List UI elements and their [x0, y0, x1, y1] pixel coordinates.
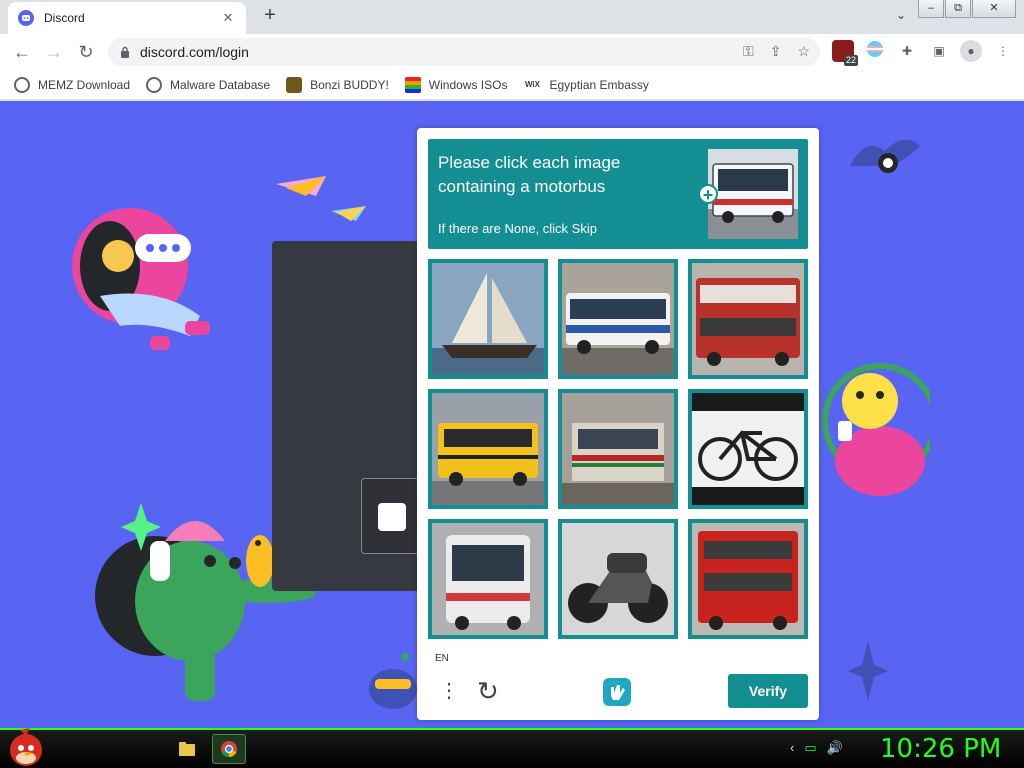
extensions-puzzle-icon[interactable]: ✚ — [896, 40, 918, 62]
reload-button[interactable]: ↻ — [74, 40, 98, 64]
robot-illustration — [369, 653, 417, 709]
captcha-tile-7[interactable] — [428, 519, 548, 639]
wix-icon: WiX — [524, 79, 540, 89]
volume-icon[interactable]: 🔊 — [827, 740, 843, 756]
bookmark-label: MEMZ Download — [38, 77, 131, 92]
captcha-challenge: Please click each image containing a mot… — [417, 128, 819, 720]
bonzi-icon — [286, 76, 303, 93]
captcha-tile-8[interactable] — [558, 519, 678, 639]
tab-close-icon[interactable]: ✕ — [220, 10, 236, 26]
forward-button[interactable]: → — [42, 40, 66, 64]
tab-discord[interactable]: Discord ✕ — [8, 2, 246, 34]
prompt-subtitle: If there are None, click Skip — [438, 221, 597, 236]
bookmark-label: Windows ISOs — [428, 77, 508, 92]
bookmark-label: Malware Database — [170, 77, 271, 92]
sparkle-icon — [848, 641, 888, 701]
captcha-tile-9[interactable] — [688, 519, 808, 639]
captcha-tile-2[interactable] — [558, 259, 678, 379]
tab-title: Discord — [44, 11, 85, 25]
maximize-button[interactable]: ⧉ — [945, 0, 971, 18]
bookmark-label: Bonzi BUDDY! — [310, 77, 389, 92]
tab-search-icon[interactable]: ⌄ — [896, 8, 906, 22]
qr-placeholder — [378, 503, 406, 531]
extension-badge: 22 — [843, 55, 858, 66]
globe-icon — [146, 76, 163, 93]
url-text: discord.com/login — [140, 44, 249, 60]
back-button[interactable]: ← — [10, 40, 34, 64]
bookmark-windows-isos[interactable]: Windows ISOs — [404, 76, 508, 93]
hcaptcha-logo-icon[interactable] — [601, 676, 633, 708]
tab-strip: Discord ✕ + ⌄ – ⧉ ✕ — [0, 0, 1024, 34]
menu-dots-icon[interactable]: ⋮ — [439, 678, 459, 704]
bookmarks-bar: MEMZ Download Malware Database Bonzi BUD… — [0, 70, 1024, 100]
prompt-title: Please click each image containing a mot… — [438, 153, 621, 196]
chrome-icon — [221, 741, 237, 758]
share-icon[interactable]: ⇪ — [770, 43, 782, 60]
window-controls: – ⧉ ✕ — [917, 0, 1016, 18]
folder-icon — [179, 742, 195, 756]
captcha-tile-3[interactable] — [688, 259, 808, 379]
minimize-button[interactable]: – — [918, 0, 944, 18]
new-tab-button[interactable]: + — [258, 4, 282, 28]
girl-with-phone-illustration — [72, 208, 210, 350]
qr-code-box — [361, 478, 425, 554]
discord-favicon-icon — [18, 10, 34, 26]
verify-button[interactable]: Verify — [728, 674, 808, 708]
lock-icon — [121, 46, 129, 58]
bookmark-malware-database[interactable]: Malware Database — [146, 76, 271, 93]
system-tray: ‹ ▭ 🔊 — [790, 740, 843, 756]
bookmark-star-icon[interactable]: ☆ — [797, 43, 810, 60]
taskbar-clock[interactable]: 10:26 PM — [880, 734, 1001, 764]
bookmark-memz[interactable]: MEMZ Download — [14, 76, 131, 93]
bookmark-egyptian-embassy[interactable]: WiX Egyptian Embassy — [523, 77, 649, 93]
taskbar-file-explorer[interactable] — [170, 734, 204, 764]
refresh-icon[interactable]: ↻ — [477, 678, 499, 704]
angry-bird-start-icon[interactable] — [4, 726, 48, 768]
windows-icon — [404, 76, 421, 93]
profile-avatar-icon[interactable]: ● — [960, 40, 982, 62]
captcha-tile-1[interactable] — [428, 259, 548, 379]
sample-image[interactable] — [708, 149, 798, 239]
captcha-tile-5[interactable] — [558, 389, 678, 509]
bookmark-label: Egyptian Embassy — [549, 77, 649, 92]
tray-expand-icon[interactable]: ‹ — [790, 740, 794, 756]
captcha-tile-6[interactable] — [688, 389, 808, 509]
password-key-icon[interactable]: ⚿ — [743, 43, 754, 60]
side-panel-icon[interactable]: ▣ — [928, 40, 950, 62]
language-selector[interactable]: EN — [435, 653, 449, 664]
browser-toolbar: ← → ↻ discord.com/login ⚿ ⇪ ☆ 22 ✚ ▣ ● ⋮ — [0, 34, 1024, 70]
globe-icon — [14, 76, 30, 93]
bat-illustration — [850, 139, 920, 173]
captcha-prompt: Please click each image containing a mot… — [428, 139, 808, 249]
ublock-extension-icon[interactable]: 22 — [832, 40, 858, 66]
bookmark-bonzi-buddy[interactable]: Bonzi BUDDY! — [286, 76, 389, 93]
taskbar: ‹ ▭ 🔊 10:26 PM — [0, 728, 1024, 768]
trans-flag-extension-icon[interactable] — [864, 40, 886, 62]
captcha-tile-4[interactable] — [428, 389, 548, 509]
taskbar-chrome[interactable] — [212, 734, 246, 764]
add-sample-icon[interactable]: + — [698, 184, 718, 204]
address-bar[interactable]: discord.com/login ⚿ ⇪ ☆ — [108, 38, 820, 66]
chrome-menu-icon[interactable]: ⋮ — [992, 40, 1014, 62]
yellow-character-illustration — [822, 363, 930, 496]
paper-planes-illustration — [276, 176, 366, 221]
extension-bar: 22 ✚ ▣ ● ⋮ — [832, 40, 1014, 66]
monitor-icon[interactable]: ▭ — [804, 740, 816, 756]
close-window-button[interactable]: ✕ — [972, 0, 1016, 18]
